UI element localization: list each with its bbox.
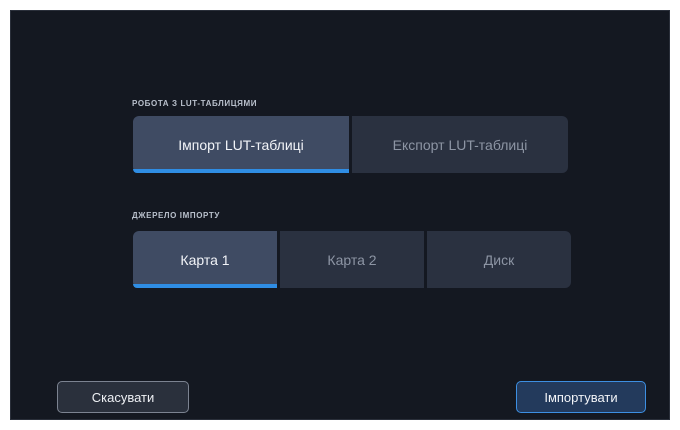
lut-import-dialog: РОБОТА З LUT-ТАБЛИЦЯМИ Імпорт LUT-таблиц… [10, 10, 670, 420]
lut-mode-selector: Імпорт LUT-таблиці Експорт LUT-таблиці [133, 116, 568, 173]
lut-section-label: РОБОТА З LUT-ТАБЛИЦЯМИ [132, 99, 258, 108]
import-source-selector: Карта 1 Карта 2 Диск [133, 231, 571, 288]
source-card-2-option[interactable]: Карта 2 [280, 231, 424, 288]
source-disk-option[interactable]: Диск [427, 231, 571, 288]
cancel-button[interactable]: Скасувати [57, 381, 189, 413]
export-lut-option[interactable]: Експорт LUT-таблиці [352, 116, 568, 173]
source-section-label: ДЖЕРЕЛО ІМПОРТУ [132, 211, 220, 220]
import-button[interactable]: Імпортувати [516, 381, 646, 413]
source-card-1-option[interactable]: Карта 1 [133, 231, 277, 288]
import-lut-option[interactable]: Імпорт LUT-таблиці [133, 116, 349, 173]
